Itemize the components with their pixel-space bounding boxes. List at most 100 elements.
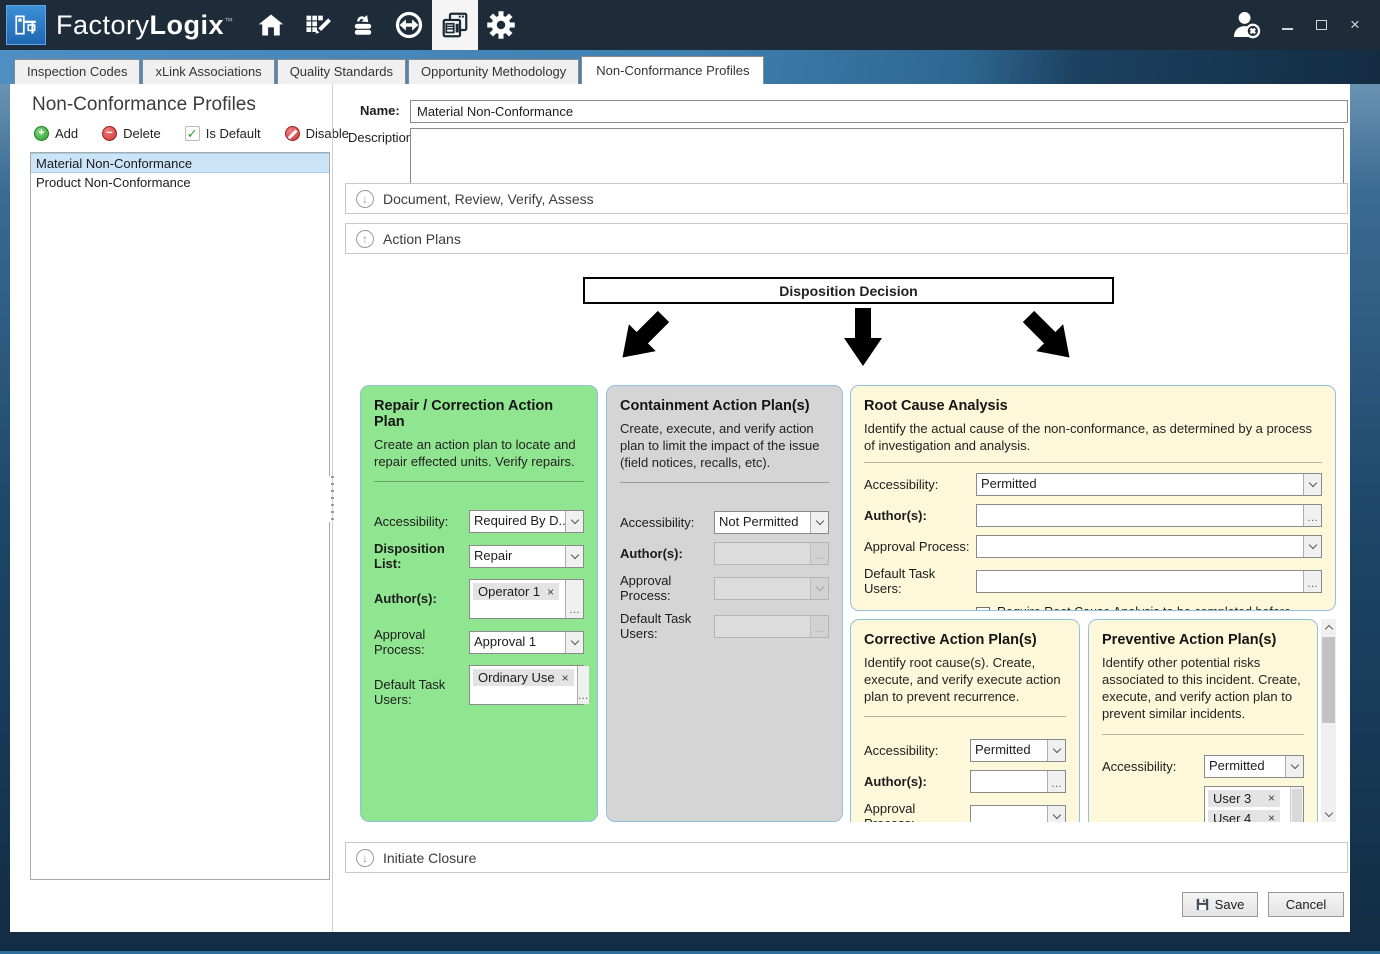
divider bbox=[374, 481, 584, 482]
name-input[interactable] bbox=[410, 100, 1348, 123]
title-bar: FactoryLogix™ bbox=[0, 0, 1380, 50]
corrective-accessibility-value: Permitted bbox=[971, 740, 1047, 761]
containment-authors-field: … bbox=[714, 542, 829, 565]
main-nav bbox=[248, 0, 524, 50]
section-initiate-closure[interactable]: ↓ Initiate Closure bbox=[345, 842, 1348, 873]
nav-document-control-button[interactable] bbox=[432, 0, 478, 50]
require-rca-checkbox[interactable] bbox=[976, 607, 990, 611]
disable-button[interactable]: Disable bbox=[285, 126, 349, 141]
remove-tag-icon[interactable]: × bbox=[562, 671, 569, 685]
corrective-accessibility-label: Accessibility: bbox=[864, 743, 970, 758]
user-logout-icon bbox=[1229, 8, 1263, 42]
nav-home-button[interactable] bbox=[248, 0, 294, 50]
panel-preventive: Preventive Action Plan(s) Identify other… bbox=[1088, 619, 1318, 822]
scroll-up-button[interactable] bbox=[1321, 619, 1336, 634]
repair-disposition-value: Repair bbox=[470, 546, 565, 567]
rca-accessibility-select[interactable]: Permitted bbox=[976, 473, 1322, 496]
tab-opportunity-methodology[interactable]: Opportunity Methodology bbox=[408, 59, 579, 84]
panel-repair-correction: Repair / Correction Action Plan Create a… bbox=[360, 385, 598, 822]
section-action-plans[interactable]: ↑ Action Plans bbox=[345, 223, 1348, 254]
corrective-approval-select[interactable] bbox=[970, 805, 1066, 822]
rca-default-users-label: Default Task Users: bbox=[864, 566, 976, 596]
ellipsis-button: … bbox=[810, 543, 828, 564]
brand-factory: Factory bbox=[56, 10, 150, 40]
tab-xlink-associations[interactable]: xLink Associations bbox=[142, 59, 274, 84]
chevron-up-icon bbox=[1324, 624, 1332, 632]
repair-accessibility-value: Required By D... bbox=[470, 511, 565, 532]
ellipsis-button[interactable]: … bbox=[565, 580, 583, 618]
nav-settings-button[interactable] bbox=[478, 0, 524, 50]
rca-approval-select[interactable] bbox=[976, 535, 1322, 558]
ellipsis-button[interactable]: … bbox=[1047, 771, 1065, 792]
panel-containment: Containment Action Plan(s) Create, execu… bbox=[606, 385, 843, 822]
close-button[interactable]: × bbox=[1340, 12, 1370, 38]
repair-default-users-field[interactable]: Ordinary Use× … bbox=[469, 665, 584, 705]
ellipsis-button[interactable]: … bbox=[1303, 571, 1321, 592]
arrow-down-icon bbox=[832, 306, 894, 368]
remove-tag-icon[interactable]: × bbox=[547, 585, 554, 599]
delete-icon: − bbox=[102, 126, 117, 141]
tab-non-conformance-profiles[interactable]: Non-Conformance Profiles bbox=[581, 56, 764, 84]
section-document-label: Document, Review, Verify, Assess bbox=[383, 191, 594, 207]
rca-default-users-field[interactable]: … bbox=[976, 570, 1322, 593]
arrow-down-left-icon bbox=[612, 306, 674, 368]
list-item-product-non-conformance[interactable]: Product Non-Conformance bbox=[31, 173, 329, 193]
collapse-up-icon: ↑ bbox=[356, 230, 374, 248]
expand-down-icon: ↓ bbox=[356, 190, 374, 208]
corrective-authors-field[interactable]: … bbox=[970, 770, 1066, 793]
section-document-review[interactable]: ↓ Document, Review, Verify, Assess bbox=[345, 183, 1348, 214]
ellipsis-button[interactable]: … bbox=[577, 666, 589, 704]
splitter-grip[interactable] bbox=[328, 476, 337, 522]
containment-default-users-field: … bbox=[714, 615, 829, 638]
tab-quality-standards[interactable]: Quality Standards bbox=[277, 59, 406, 84]
nav-worksheets-button[interactable] bbox=[294, 0, 340, 50]
disable-icon bbox=[285, 126, 300, 141]
cancel-button[interactable]: Cancel bbox=[1268, 892, 1344, 917]
preventive-users-list[interactable]: User 3× User 4× bbox=[1204, 786, 1304, 822]
nav-materials-button[interactable] bbox=[340, 0, 386, 50]
gear-icon bbox=[486, 10, 516, 40]
minimize-icon bbox=[1282, 28, 1293, 30]
containment-approval-label: Approval Process: bbox=[620, 573, 714, 603]
preventive-accessibility-select[interactable]: Permitted bbox=[1204, 755, 1304, 778]
add-button[interactable]: + Add bbox=[34, 126, 78, 141]
desk-icon bbox=[13, 12, 39, 38]
preventive-accessibility-value: Permitted bbox=[1205, 756, 1285, 777]
preventive-description: Identify other potential risks associate… bbox=[1102, 654, 1304, 723]
repair-approval-select[interactable]: Approval 1 bbox=[469, 631, 584, 654]
users-list-scrollbar[interactable] bbox=[1290, 787, 1303, 822]
titlebar-right: × bbox=[1224, 5, 1380, 45]
nav-transfer-button[interactable] bbox=[386, 0, 432, 50]
list-item-material-non-conformance[interactable]: Material Non-Conformance bbox=[31, 153, 329, 173]
chevron-down-icon bbox=[1324, 808, 1332, 816]
ellipsis-button[interactable]: … bbox=[1303, 505, 1321, 526]
save-button[interactable]: Save bbox=[1182, 892, 1258, 917]
ellipsis-button: … bbox=[810, 616, 828, 637]
page-title: Non-Conformance Profiles bbox=[32, 94, 256, 116]
repair-disposition-select[interactable]: Repair bbox=[469, 545, 584, 568]
chevron-down-icon bbox=[1303, 474, 1321, 495]
scrollbar-thumb[interactable] bbox=[1292, 789, 1302, 822]
rca-authors-field[interactable]: … bbox=[976, 504, 1322, 527]
delete-button[interactable]: − Delete bbox=[102, 126, 161, 141]
scroll-down-button[interactable] bbox=[1321, 807, 1336, 822]
is-default-button[interactable]: ✓ Is Default bbox=[185, 126, 261, 141]
scrollbar-thumb[interactable] bbox=[1322, 637, 1335, 723]
corrective-accessibility-select[interactable]: Permitted bbox=[970, 739, 1066, 762]
repair-accessibility-select[interactable]: Required By D... bbox=[469, 510, 584, 533]
user-account-button[interactable] bbox=[1224, 5, 1268, 45]
containment-accessibility-select[interactable]: Not Permitted bbox=[714, 511, 829, 534]
chevron-down-icon bbox=[1303, 536, 1321, 557]
grid-edit-icon bbox=[303, 11, 331, 39]
tab-inspection-codes[interactable]: Inspection Codes bbox=[14, 59, 140, 84]
minimize-button[interactable] bbox=[1272, 12, 1302, 38]
remove-tag-icon[interactable]: × bbox=[1268, 791, 1275, 805]
containment-accessibility-value: Not Permitted bbox=[715, 512, 810, 533]
rca-approval-label: Approval Process: bbox=[864, 539, 976, 554]
maximize-button[interactable] bbox=[1306, 12, 1336, 38]
repair-authors-field[interactable]: Operator 1× … bbox=[469, 579, 584, 619]
remove-tag-icon[interactable]: × bbox=[1268, 811, 1275, 822]
description-input[interactable] bbox=[410, 128, 1344, 184]
default-check-icon: ✓ bbox=[185, 126, 200, 141]
panels-scrollbar[interactable] bbox=[1321, 619, 1336, 822]
